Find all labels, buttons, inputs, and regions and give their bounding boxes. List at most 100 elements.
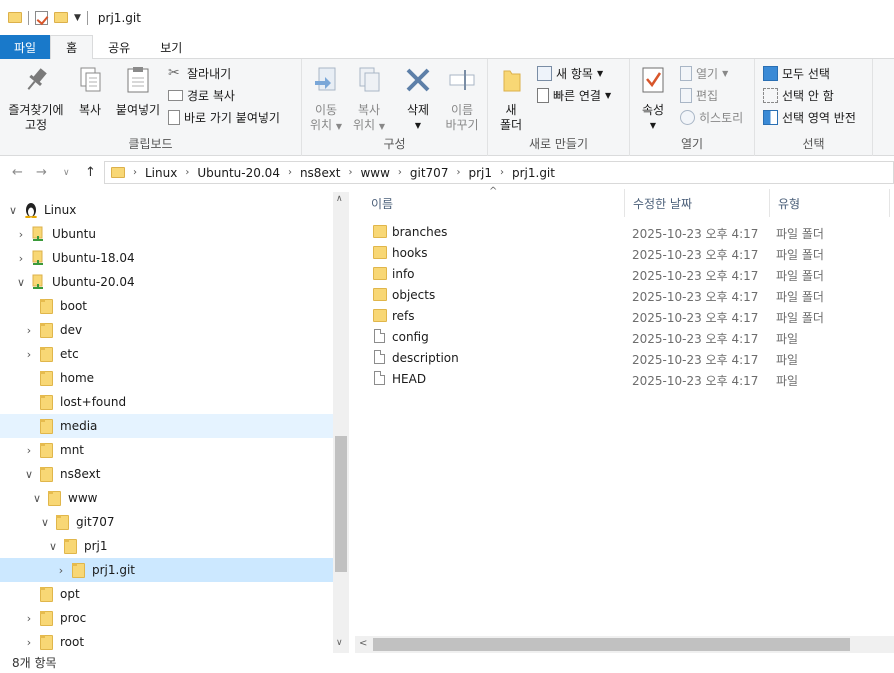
file-row[interactable]: objects 2025-10-23 오후 4:17 파일 폴더 bbox=[369, 285, 889, 306]
tree-item[interactable]: ∨ Ubuntu-20.04 bbox=[0, 270, 333, 294]
breadcrumb-linux[interactable]: Linux bbox=[145, 166, 177, 180]
tab-share[interactable]: 공유 bbox=[93, 35, 145, 59]
edit-button[interactable]: 편집 bbox=[680, 85, 718, 105]
tree-item-label: prj1.git bbox=[92, 563, 135, 577]
chevron-right-icon[interactable]: › bbox=[24, 324, 34, 337]
easy-access-button[interactable]: 빠른 연결 ▼ bbox=[537, 85, 611, 105]
paste-button[interactable]: 붙여넣기 bbox=[112, 65, 164, 118]
file-row[interactable]: HEAD 2025-10-23 오후 4:17 파일 bbox=[369, 369, 889, 390]
chevron-right-icon[interactable]: › bbox=[185, 167, 189, 178]
tree-item[interactable]: ∨ www bbox=[0, 486, 333, 510]
tree-scrollbar[interactable]: ∧ ∨ bbox=[333, 192, 349, 653]
tree-item[interactable]: boot bbox=[0, 294, 333, 318]
chevron-right-icon[interactable]: › bbox=[398, 167, 402, 178]
invert-selection-button[interactable]: 선택 영역 반전 bbox=[763, 107, 856, 127]
properties-button[interactable]: 속성 ▼ bbox=[636, 65, 670, 133]
chevron-right-icon[interactable]: › bbox=[288, 167, 292, 178]
select-all-button[interactable]: 모두 선택 bbox=[763, 63, 830, 83]
open-button[interactable]: 열기 ▼ bbox=[680, 63, 728, 83]
file-row[interactable]: description 2025-10-23 오후 4:17 파일 bbox=[369, 348, 889, 369]
chevron-right-icon[interactable]: › bbox=[16, 228, 26, 241]
cut-button[interactable]: ✂ 잘라내기 bbox=[168, 63, 231, 83]
back-icon[interactable]: ← bbox=[12, 165, 23, 180]
tree-item[interactable]: ∨ ns8ext bbox=[0, 462, 333, 486]
chevron-down-icon[interactable]: ∨ bbox=[40, 516, 50, 529]
chevron-right-icon[interactable]: › bbox=[456, 167, 460, 178]
tab-file[interactable]: 파일 bbox=[0, 35, 51, 59]
tree-item[interactable]: ∨ git707 bbox=[0, 510, 333, 534]
chevron-down-icon[interactable]: ∨ bbox=[48, 540, 58, 553]
chevron-right-icon[interactable]: › bbox=[24, 348, 34, 361]
select-none-button[interactable]: 선택 안 함 bbox=[763, 85, 834, 105]
tree-item[interactable]: › etc bbox=[0, 342, 333, 366]
breadcrumb-ubuntu-20-04[interactable]: Ubuntu-20.04 bbox=[197, 166, 280, 180]
chevron-right-icon[interactable]: › bbox=[500, 167, 504, 178]
tree-item[interactable]: ∨ Linux bbox=[0, 198, 333, 222]
tree-item[interactable]: opt bbox=[0, 582, 333, 606]
file-row[interactable]: info 2025-10-23 오후 4:17 파일 폴더 bbox=[369, 264, 889, 285]
chevron-right-icon[interactable]: › bbox=[24, 612, 34, 625]
file-list-scrollbar[interactable]: < bbox=[355, 636, 894, 653]
file-row[interactable]: config 2025-10-23 오후 4:17 파일 bbox=[369, 327, 889, 348]
chevron-down-icon[interactable]: ∨ bbox=[24, 468, 34, 481]
chevron-right-icon[interactable]: › bbox=[56, 564, 66, 577]
tree-item[interactable]: › prj1.git bbox=[0, 558, 333, 582]
new-item-button[interactable]: 새 항목 ▼ bbox=[537, 63, 603, 83]
column-header-modified[interactable]: 수정한 날짜 bbox=[625, 189, 770, 217]
file-list-scrollbar-thumb[interactable] bbox=[373, 638, 850, 651]
column-header-type[interactable]: 유형 bbox=[770, 189, 890, 217]
chevron-right-icon[interactable]: › bbox=[24, 444, 34, 457]
column-header-name[interactable]: 이름 bbox=[363, 189, 625, 217]
history-button[interactable]: 히스토리 bbox=[680, 107, 743, 127]
tree-item[interactable]: ∨ prj1 bbox=[0, 534, 333, 558]
file-row[interactable]: branches 2025-10-23 오후 4:17 파일 폴더 bbox=[369, 222, 889, 243]
forward-icon[interactable]: → bbox=[36, 165, 47, 180]
new-folder-quick-icon[interactable] bbox=[54, 12, 68, 23]
file-row[interactable]: hooks 2025-10-23 오후 4:17 파일 폴더 bbox=[369, 243, 889, 264]
tree-item[interactable]: › root bbox=[0, 630, 333, 653]
tree-item[interactable]: › Ubuntu bbox=[0, 222, 333, 246]
chevron-right-icon[interactable]: › bbox=[133, 167, 137, 178]
breadcrumb-prj1-git[interactable]: prj1.git bbox=[512, 166, 555, 180]
breadcrumb-git707[interactable]: git707 bbox=[410, 166, 449, 180]
move-to-button[interactable]: 이동 위치 ▼ bbox=[308, 65, 344, 134]
chevron-right-icon[interactable]: › bbox=[16, 252, 26, 265]
breadcrumb-www[interactable]: www bbox=[360, 166, 389, 180]
up-icon[interactable]: ↑ bbox=[85, 165, 96, 180]
tab-home[interactable]: 홈 bbox=[50, 35, 94, 60]
pin-to-quick-access-button[interactable]: 즐겨찾기에 고정 bbox=[4, 65, 68, 133]
tree-item[interactable]: lost+found bbox=[0, 390, 333, 414]
chevron-down-icon[interactable]: ∨ bbox=[8, 204, 18, 217]
scroll-left-icon[interactable]: < bbox=[359, 638, 367, 649]
customize-quick-access-icon[interactable]: ▼ bbox=[74, 13, 81, 23]
tree-scrollbar-thumb[interactable] bbox=[335, 436, 347, 572]
delete-button[interactable]: 삭제 ▼ bbox=[398, 65, 438, 133]
tree-item[interactable]: › Ubuntu-18.04 bbox=[0, 246, 333, 270]
chevron-right-icon[interactable]: › bbox=[24, 636, 34, 649]
folder-icon[interactable] bbox=[8, 12, 22, 23]
copy-button[interactable]: 복사 bbox=[72, 65, 108, 118]
chevron-right-icon[interactable]: › bbox=[348, 167, 352, 178]
recent-locations-icon[interactable]: ∨ bbox=[63, 168, 70, 178]
file-row[interactable]: refs 2025-10-23 오후 4:17 파일 폴더 bbox=[369, 306, 889, 327]
tree-item[interactable]: › mnt bbox=[0, 438, 333, 462]
copy-path-button[interactable]: 경로 복사 bbox=[168, 85, 235, 105]
breadcrumb-prj1[interactable]: prj1 bbox=[468, 166, 492, 180]
new-folder-button[interactable]: 새 폴더 bbox=[494, 65, 528, 133]
chevron-down-icon[interactable]: ∨ bbox=[16, 276, 26, 289]
paste-shortcut-button[interactable]: 바로 가기 붙여넣기 bbox=[168, 107, 280, 127]
tab-view[interactable]: 보기 bbox=[145, 35, 197, 59]
tree-item[interactable]: media bbox=[0, 414, 333, 438]
tree-item[interactable]: home bbox=[0, 366, 333, 390]
properties-quick-icon[interactable] bbox=[35, 10, 48, 25]
rename-button[interactable]: 이름 바꾸기 bbox=[442, 65, 482, 133]
tree-item[interactable]: › dev bbox=[0, 318, 333, 342]
address-bar[interactable]: › Linux › Ubuntu-20.04 › ns8ext › www › … bbox=[104, 161, 894, 184]
scroll-down-icon[interactable]: ∨ bbox=[336, 638, 343, 648]
folder-icon bbox=[56, 514, 71, 530]
scroll-up-icon[interactable]: ∧ bbox=[336, 194, 343, 204]
chevron-down-icon[interactable]: ∨ bbox=[32, 492, 42, 505]
copy-to-button[interactable]: 복사 위치 ▼ bbox=[348, 65, 390, 134]
tree-item[interactable]: › proc bbox=[0, 606, 333, 630]
breadcrumb-ns8ext[interactable]: ns8ext bbox=[300, 166, 340, 180]
